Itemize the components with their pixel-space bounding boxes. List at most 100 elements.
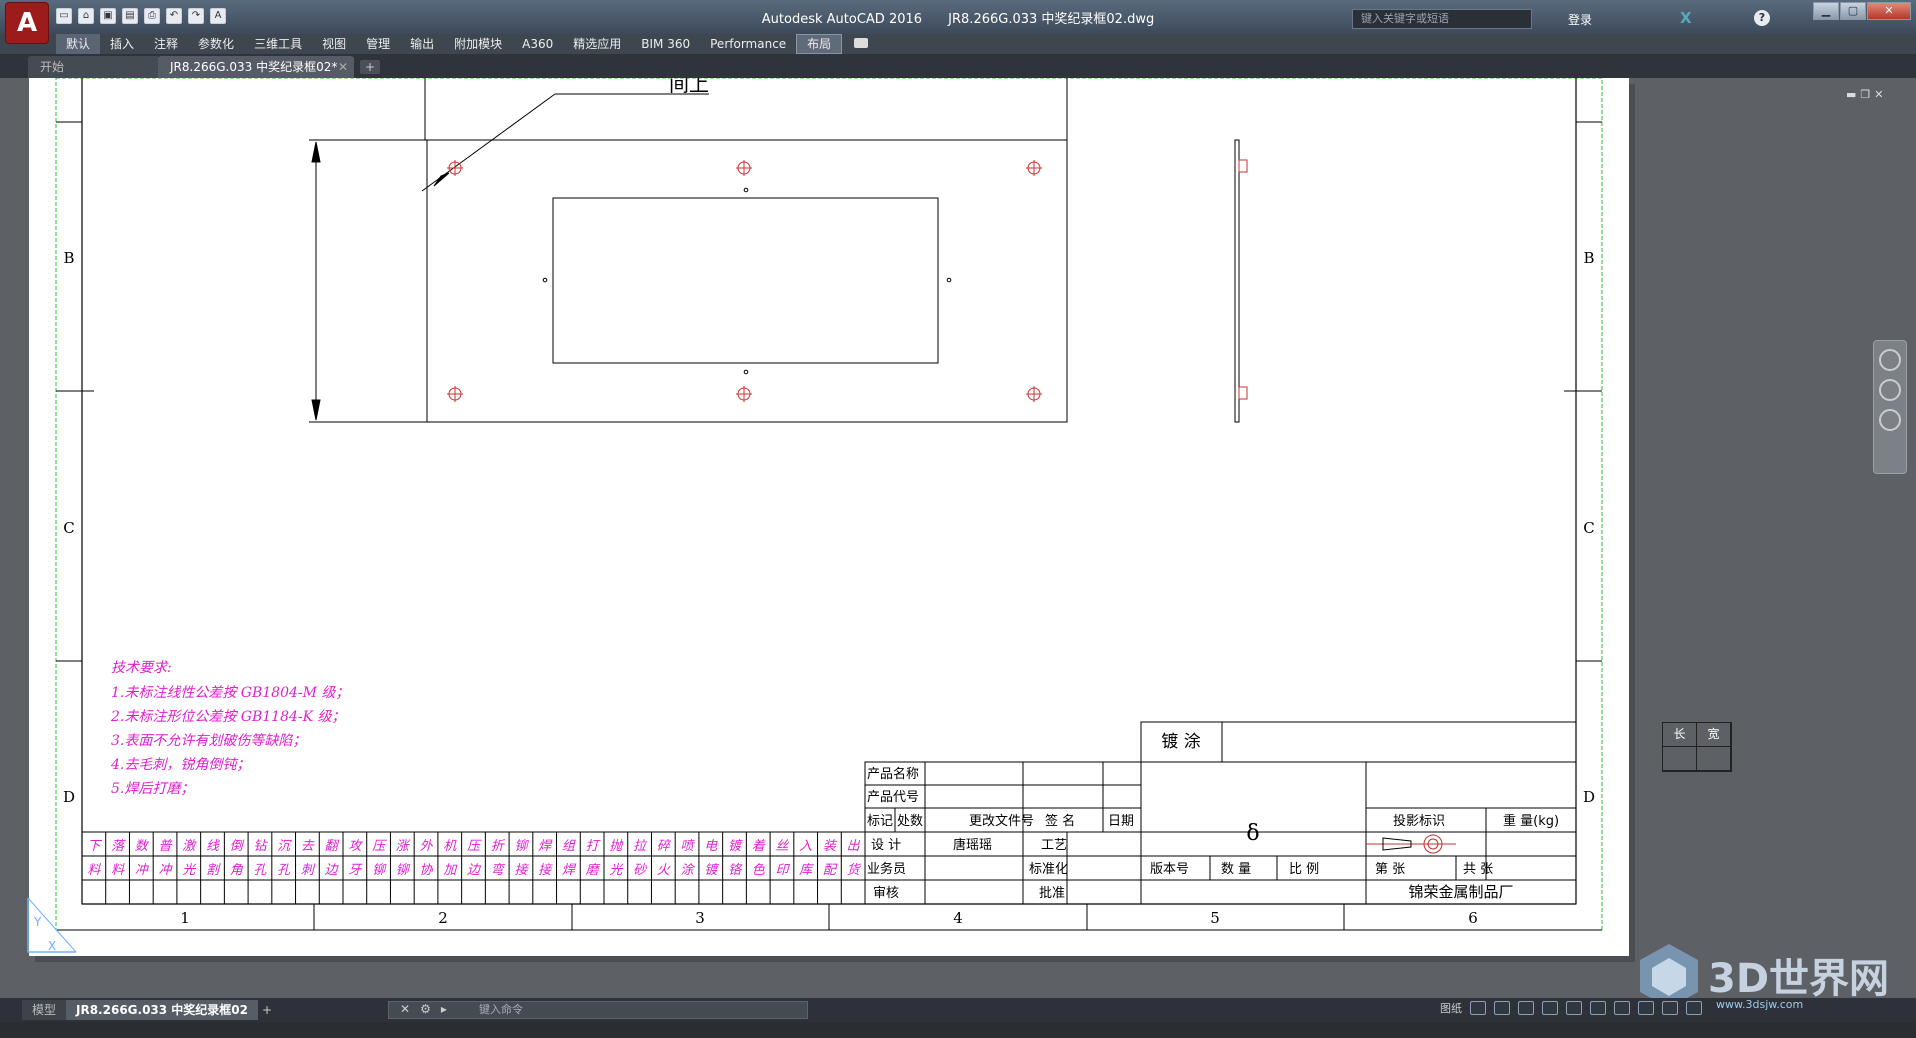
navigation-bar — [1873, 340, 1907, 474]
close-button[interactable]: ✕ — [1867, 2, 1911, 20]
process-step-top: 数 — [135, 839, 150, 854]
customization-icon[interactable] — [1686, 1001, 1702, 1015]
pan-icon[interactable] — [1879, 379, 1901, 401]
process-step-top: 翻 — [325, 839, 340, 854]
customize-icon[interactable]: ⚙ — [420, 1002, 431, 1016]
tech-note-1: 1.未标注线性公差按 GB1804-M 级； — [111, 685, 349, 701]
annotation-icon[interactable] — [1590, 1001, 1606, 1015]
steering-wheel-icon[interactable] — [1879, 349, 1901, 371]
front-view — [309, 78, 1068, 423]
paper-shadow — [1629, 84, 1635, 962]
tab-view[interactable]: 视图 — [312, 34, 356, 54]
polar-icon[interactable] — [1542, 1001, 1558, 1015]
tab-parametric[interactable]: 参数化 — [188, 34, 244, 54]
process-step-bottom: 料 — [111, 863, 125, 878]
process-step-top: 机 — [443, 839, 457, 854]
tab-bim360[interactable]: BIM 360 — [631, 34, 700, 54]
process-step-bottom: 孔 — [277, 863, 291, 878]
process-step-top: 倒 — [230, 839, 245, 854]
ribbon-toggle-icon[interactable] — [854, 38, 868, 48]
process-step-bottom: 协 — [420, 863, 434, 878]
tab-addins[interactable]: 附加模块 — [444, 34, 512, 54]
file-tab-document[interactable]: JR8.266G.033 中奖纪录框02* ✕ — [158, 56, 354, 78]
login-button[interactable]: 登录 — [1568, 11, 1592, 28]
search-input[interactable]: 键入关键字或短语 — [1352, 9, 1532, 29]
viewport-close-icon[interactable]: ✕ — [1874, 88, 1883, 101]
process-step-top: 焊 — [538, 839, 553, 854]
tab-layout-sheet[interactable]: JR8.266G.033 中奖纪录框02 — [66, 1000, 258, 1020]
tab-featured-apps[interactable]: 精选应用 — [563, 34, 631, 54]
process-step-bottom: 铬 — [728, 862, 743, 878]
process-step-top: 打 — [586, 839, 601, 854]
viewport-restore-icon[interactable]: ❐ — [1860, 88, 1870, 101]
zone-letter-d-left: D — [63, 788, 75, 806]
help-icon[interactable]: ? — [1754, 10, 1770, 26]
standard-label: 标准化 — [1029, 862, 1068, 877]
command-input[interactable]: 键入命令 — [388, 1001, 808, 1019]
plate-outline — [426, 139, 1068, 423]
ribbon-tab-bar: 默认 插入 注释 参数化 三维工具 视图 管理 输出 附加模块 A360 精选应… — [0, 34, 1916, 54]
small-hole — [542, 277, 548, 283]
process-step-bottom: 铆 — [372, 863, 387, 878]
process-step-bottom: 镀 — [704, 863, 719, 878]
tab-3d-tools[interactable]: 三维工具 — [244, 34, 312, 54]
process-step-bottom: 接 — [514, 863, 529, 878]
process-table: 下料落料数冲普冲激光线割倒角钻孔沉孔去刺翻边攻牙压铆涨铆外协机加压边折弯铆接焊接… — [81, 831, 866, 905]
tab-a360[interactable]: A360 — [512, 34, 563, 54]
minimize-button[interactable]: ▁ — [1813, 2, 1839, 20]
workspace-icon[interactable] — [1614, 1001, 1630, 1015]
process-step-top: 普 — [159, 839, 174, 854]
grid-icon[interactable] — [1470, 1001, 1486, 1015]
settings-icon[interactable] — [1638, 1001, 1654, 1015]
zone-letter-b-right: B — [1583, 249, 1594, 267]
process-step-bottom: 磨 — [586, 863, 601, 878]
hole-center-mark — [736, 386, 752, 402]
width-value — [1697, 747, 1731, 770]
document-title: JR8.266G.033 中奖纪录框02.dwg — [948, 12, 1155, 27]
tab-insert[interactable]: 插入 — [100, 34, 144, 54]
process-step-top: 抛 — [609, 839, 624, 854]
zoom-icon[interactable] — [1879, 409, 1901, 431]
process-step-top: 下 — [87, 839, 102, 854]
process-step-top: 丝 — [775, 839, 790, 854]
length-header: 长 — [1663, 723, 1697, 746]
viewport-minimize-icon[interactable]: ▬ — [1846, 88, 1856, 101]
file-tab-start[interactable]: 开始 — [28, 56, 160, 78]
tab-layout[interactable]: 布局 — [796, 34, 843, 54]
tab-model[interactable]: 模型 — [22, 1000, 67, 1020]
tab-manage[interactable]: 管理 — [356, 34, 400, 54]
thickness-symbol: δ — [1246, 821, 1259, 846]
process-step-top: 装 — [823, 839, 838, 854]
drawing-canvas[interactable]: B C D B C D 1 2 3 4 5 6 间上 技术要求: 1.未标注线性… — [0, 78, 1916, 998]
length-value — [1663, 747, 1697, 770]
ortho-icon[interactable] — [1518, 1001, 1534, 1015]
small-hole — [946, 277, 952, 283]
paper-space-label[interactable]: 图纸 — [1440, 1000, 1462, 1016]
new-tab-button[interactable]: + — [360, 60, 380, 74]
snap-icon[interactable] — [1494, 1001, 1510, 1015]
close-command-icon[interactable]: ✕ — [400, 1002, 410, 1016]
paper-shadow — [35, 956, 1635, 962]
exchange-icon[interactable]: X — [1680, 9, 1692, 27]
process-step-top: 压 — [372, 839, 387, 854]
close-tab-icon[interactable]: ✕ — [338, 56, 348, 78]
tab-performance[interactable]: Performance — [700, 34, 796, 54]
process-step-top: 镀 — [728, 839, 743, 854]
process-step-top: 压 — [467, 839, 482, 854]
small-hole — [743, 187, 749, 193]
maximize-button[interactable]: ▢ — [1840, 2, 1866, 20]
command-prompt-icon[interactable]: ▸ — [441, 1002, 447, 1016]
osnap-icon[interactable] — [1566, 1001, 1582, 1015]
hole-center-mark — [447, 386, 463, 402]
add-layout-button[interactable]: + — [252, 1000, 282, 1020]
zone-letter-b-left: B — [63, 249, 74, 267]
process-step-bottom: 光 — [182, 863, 196, 878]
tab-default[interactable]: 默认 — [56, 34, 101, 54]
tech-note-2: 2.未标注形位公差按 GB1184-K 级； — [110, 709, 346, 725]
viewport-controls: ▬ ❐ ✕ — [1846, 88, 1884, 101]
tab-output[interactable]: 输出 — [400, 34, 444, 54]
scale-label: 比 例 — [1289, 862, 1319, 877]
tab-annotate[interactable]: 注释 — [144, 34, 188, 54]
autocad-logo-icon[interactable]: A — [6, 3, 48, 43]
fullscreen-icon[interactable] — [1662, 1001, 1678, 1015]
